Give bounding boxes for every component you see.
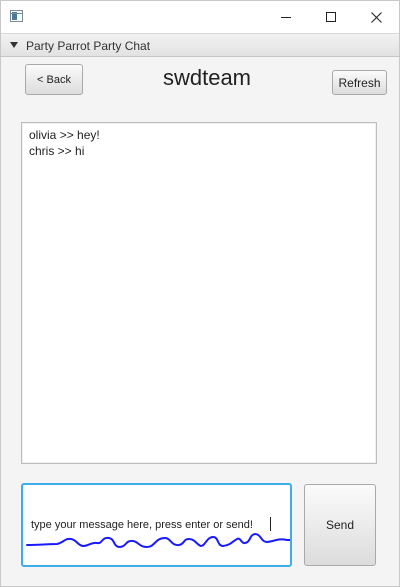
- chat-log[interactable]: olivia >> hey! chris >> hi: [21, 122, 377, 464]
- collapse-arrow-icon[interactable]: [10, 42, 18, 48]
- refresh-button[interactable]: Refresh: [332, 70, 387, 95]
- pane-title: Party Parrot Party Chat: [26, 39, 151, 53]
- maximize-icon: [326, 12, 336, 22]
- chat-pane-header[interactable]: Party Parrot Party Chat: [1, 33, 399, 57]
- chat-message: olivia >> hey!: [29, 128, 100, 142]
- minimize-button[interactable]: [263, 1, 309, 33]
- close-icon: [370, 11, 382, 23]
- message-text: hey!: [77, 128, 100, 142]
- message-text: hi: [75, 144, 85, 158]
- message-input[interactable]: type your message here, press enter or s…: [21, 483, 292, 567]
- send-button[interactable]: Send: [304, 484, 376, 566]
- handwritten-underline-annotation: [26, 532, 290, 549]
- close-button[interactable]: [353, 1, 399, 33]
- chat-message: chris >> hi: [29, 144, 85, 158]
- message-user: olivia: [29, 128, 57, 142]
- app-window-icon: [10, 10, 23, 22]
- back-button[interactable]: < Back: [25, 64, 83, 95]
- channel-title: swdteam: [162, 65, 252, 90]
- message-user: chris: [29, 144, 55, 158]
- window-titlebar: [1, 1, 399, 33]
- minimize-icon: [281, 16, 291, 18]
- maximize-button[interactable]: [308, 1, 354, 33]
